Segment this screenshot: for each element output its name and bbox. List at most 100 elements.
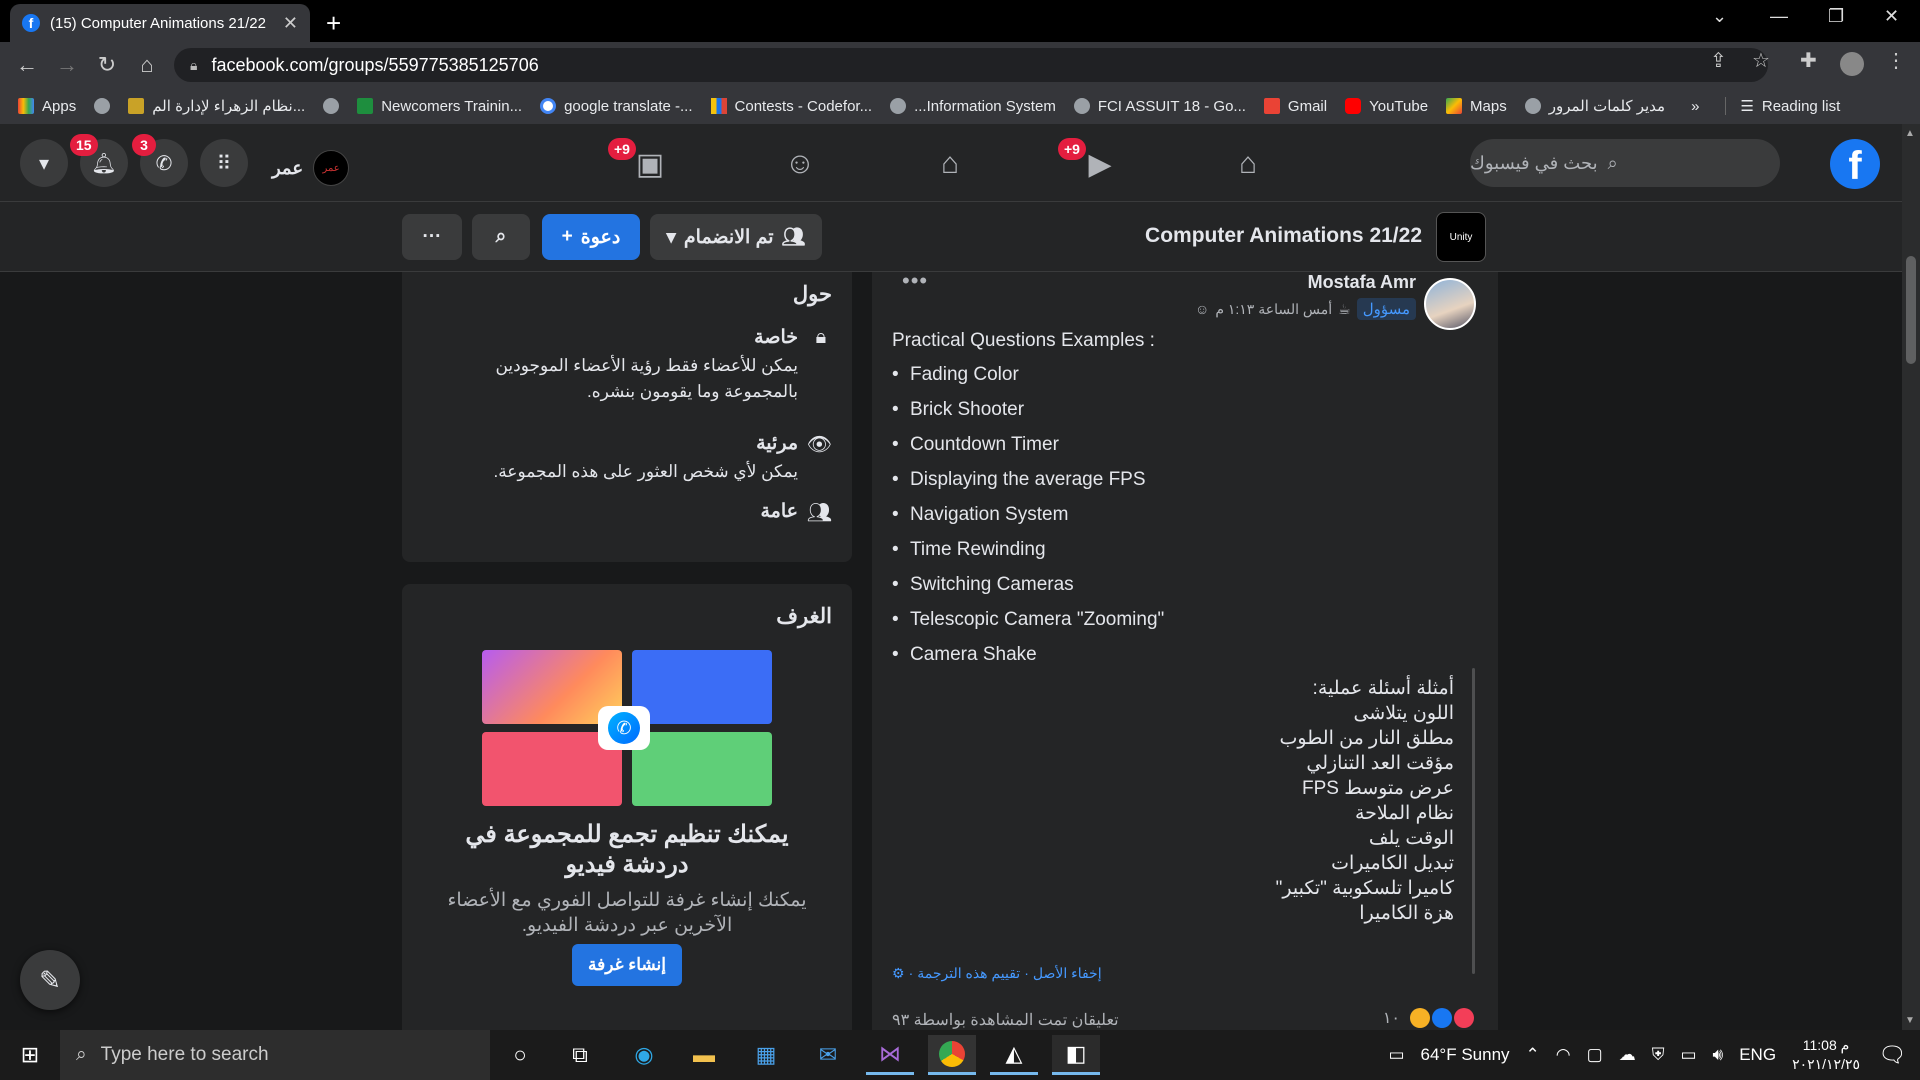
unity-icon[interactable]: ◭ [990,1035,1038,1075]
bookmark-youtube[interactable]: YouTube [1345,98,1428,115]
role-badge: مسؤول [1356,298,1416,320]
profile-avatar-icon[interactable] [1840,52,1864,76]
joined-button[interactable]: ▾ تم الانضمام 👥︎ [650,214,822,260]
bookmarks-overflow-button[interactable]: » [1691,98,1699,115]
bookmark-globe-2[interactable] [323,98,340,114]
notification-center-icon[interactable]: 🗨︎ [1878,1042,1906,1068]
rooms-heading: الغرف [776,605,832,628]
battery-icon[interactable]: ▭ [1680,1045,1696,1065]
list-item: Countdown Timer [892,434,1164,469]
chrome-menu-icon[interactable]: ⋮ [1886,48,1906,73]
rate-translation-link[interactable]: تقييم هذه الترجمة [917,965,1020,982]
facebook-logo[interactable]: f [1830,139,1880,189]
new-message-button[interactable]: ✎ [20,950,80,1010]
browser-tab[interactable]: f (15) Computer Animations 21/22 ✕ [10,4,310,42]
privacy-private-row: 🔒︎ خاصة يمكن للأعضاء فقط رؤية الأعضاء ال… [458,326,832,405]
post-timestamp[interactable]: أمس الساعة ١:١٣ م [1215,301,1332,318]
mail-icon[interactable]: ✉ [804,1035,852,1075]
bookmark-fci-assuit[interactable]: FCI ASSUIT 18 - Go... [1073,98,1246,115]
onedrive-icon[interactable]: ☁ [1619,1045,1636,1065]
new-tab-button[interactable]: + [326,8,341,39]
bookmark-maps[interactable]: Maps [1446,98,1507,115]
extensions-puzzle-icon[interactable]: ✚ [1800,48,1817,73]
file-explorer-icon[interactable]: ▬ [680,1035,728,1075]
scroll-up-arrow-icon[interactable]: ▲ [1905,128,1915,139]
back-arrow-icon[interactable]: ← [14,52,40,78]
gaming-nav-icon[interactable]: ☺ [778,142,822,186]
search-icon: ⌕ [76,1044,87,1065]
list-item: Displaying the average FPS [892,469,1164,504]
page-scrollbar[interactable]: ▲ ▼ [1902,124,1920,1030]
share-icon[interactable]: ⇪ [1710,48,1727,73]
translated-text: أمثلة أسئلة عملية: اللون يتلاشى مطلق الن… [1275,678,1454,924]
bookmark-star-icon[interactable]: ☆ [1752,48,1770,73]
tab-search-chevron-icon[interactable]: ⌄ [1712,6,1727,27]
home-icon[interactable]: ⌂ [134,52,160,78]
marketplace-nav-icon[interactable]: ⌂ [928,142,972,186]
close-window-icon[interactable]: ✕ [1884,6,1899,27]
taskbar-search-box[interactable]: ⌕ Type here to search [60,1030,490,1080]
address-bar[interactable]: 🔒︎ facebook.com/groups/559775385125706 [174,48,1768,82]
bookmark-apps[interactable]: Apps [18,98,76,115]
profile-shortcut[interactable]: عمر عمر [272,150,350,186]
menu-button[interactable]: ⠿ [200,139,248,187]
bookmark-google-translate[interactable]: google translate -... [540,98,693,115]
home-nav-icon[interactable]: ⌂ [1226,142,1270,186]
group-more-button[interactable]: ··· [402,214,462,260]
codeforces-icon [710,98,727,114]
bookmark-codeforces[interactable]: Contests - Codefor... [710,98,872,115]
post-options-button[interactable]: ••• [902,272,928,294]
network-icon[interactable]: ◠ [1556,1045,1571,1065]
post-author[interactable]: Mostafa Amr [1308,272,1416,293]
bookmark-globe[interactable] [94,98,111,114]
settings-gear-icon[interactable]: ⚙ [892,965,905,982]
facebook-search-input[interactable]: ⌕ بحث في فيسبوك [1470,139,1780,187]
bookmark-newcomers[interactable]: Newcomers Trainin... [357,98,522,115]
visible-title: مرئية [756,433,798,454]
messenger-icon: ✆ [155,152,173,175]
unity-hub-icon[interactable]: ◧ [1052,1035,1100,1075]
plus-icon: + [561,226,573,247]
restore-icon[interactable]: ❐ [1828,6,1844,27]
group-search-button[interactable]: ⌕ [472,214,530,260]
volume-icon[interactable]: 🔊︎ [1713,1045,1724,1065]
security-icon[interactable]: ⛨ [1652,1045,1665,1065]
browser-toolbar: ← → ↻ ⌂ 🔒︎ facebook.com/groups/559775385… [0,42,1920,88]
account-menu-button[interactable]: ▾ [20,139,68,187]
hide-original-link[interactable]: إخفاء الأصل [1033,965,1102,982]
chrome-icon[interactable] [928,1035,976,1075]
language-indicator[interactable]: ENG [1739,1045,1776,1065]
windows-start-icon[interactable]: ⊞ [0,1030,60,1080]
bookmark-information-system[interactable]: ...Information System [890,98,1056,115]
meet-icon[interactable]: ▢ [1587,1045,1603,1065]
invite-button[interactable]: + دعوة [542,214,640,260]
reload-icon[interactable]: ↻ [94,52,120,78]
reactions-summary[interactable]: ١٠ [1383,1008,1474,1028]
create-room-button[interactable]: إنشاء غرفة [572,944,682,986]
bookmark-alzahraa[interactable]: نظام الزهراء لإدارة الم... [128,97,305,115]
edge-icon[interactable]: ◉ [620,1035,668,1075]
scroll-down-arrow-icon[interactable]: ▼ [1905,1015,1915,1026]
minimize-icon[interactable]: — [1770,6,1788,27]
private-title: خاصة [754,327,798,348]
bookmark-gmail[interactable]: Gmail [1263,98,1327,115]
grid-menu-icon: ⠿ [216,152,232,175]
comments-views-line[interactable]: تعليقان تمت المشاهدة بواسطة ٩٣ [892,1010,1119,1030]
bookmark-password-manager[interactable]: مدير كلمات المرور [1524,97,1665,115]
reading-list-button[interactable]: ☰ Reading list [1725,97,1840,115]
group-thumbnail[interactable]: Unity [1436,212,1486,262]
visual-studio-icon[interactable]: ⋈ [866,1035,914,1075]
forward-arrow-icon[interactable]: → [54,52,80,78]
cortana-icon[interactable]: ○ [496,1035,544,1075]
taskbar-clock[interactable]: 11:08 م ٢٠٢١/١٢/٢٥ [1792,1036,1860,1074]
weather-icon[interactable]: ▭ [1388,1045,1404,1065]
show-hidden-icons-icon[interactable]: ⌃ [1526,1045,1540,1065]
scrollbar-thumb[interactable] [1906,256,1916,364]
store-icon[interactable]: ▦ [742,1035,790,1075]
tab-close-icon[interactable]: ✕ [283,13,298,34]
group-title[interactable]: Computer Animations 21/22 [1100,224,1422,248]
task-view-icon[interactable]: ⧉ [556,1035,604,1075]
author-avatar[interactable] [1424,278,1476,330]
compose-icon: ✎ [39,964,61,995]
weather-text[interactable]: 64°F Sunny [1421,1045,1510,1065]
